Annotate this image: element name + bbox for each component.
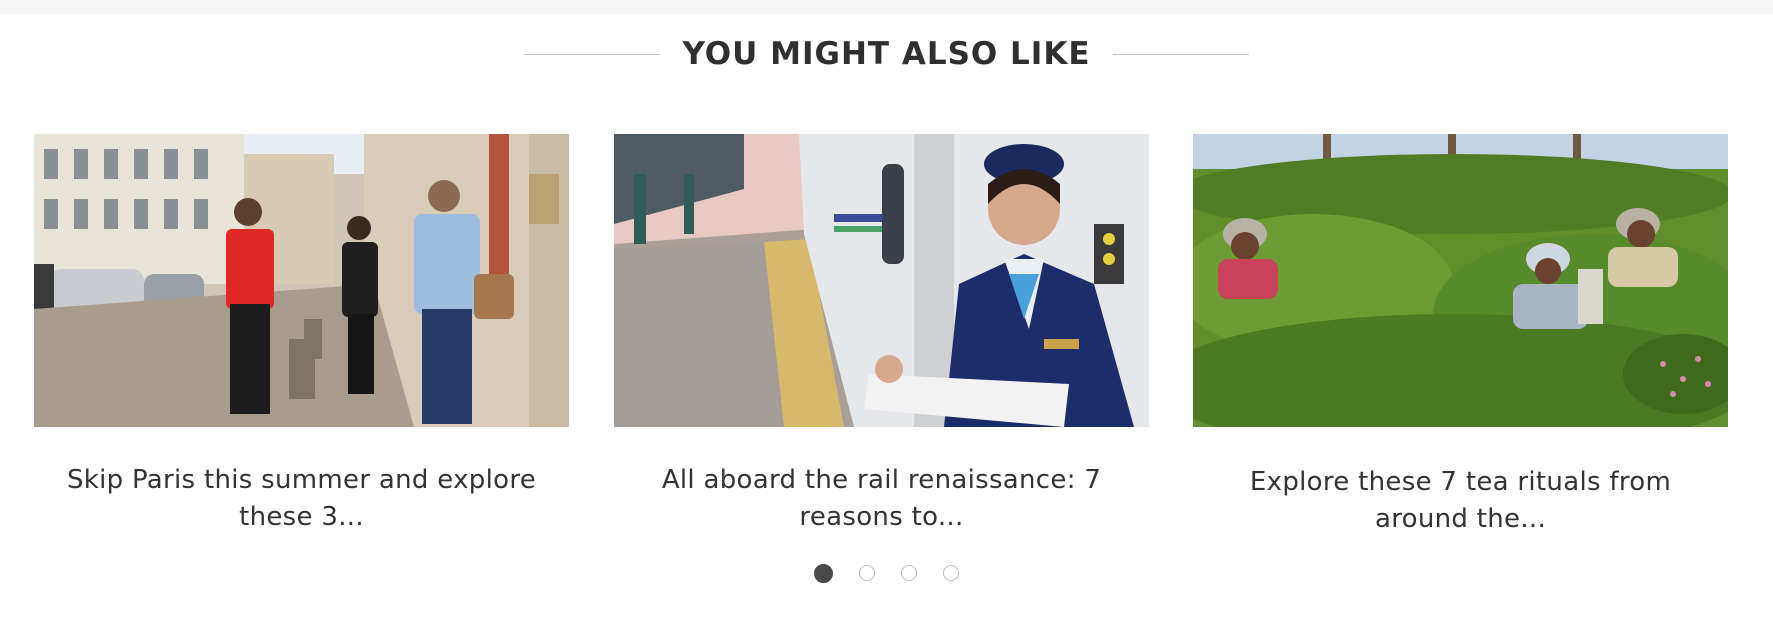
carousel-dot-3[interactable] bbox=[901, 565, 917, 581]
article-card-1[interactable]: Skip Paris this summer and explore these… bbox=[34, 134, 569, 536]
carousel-dot-1[interactable] bbox=[814, 564, 833, 583]
carousel-dot-4[interactable] bbox=[943, 565, 959, 581]
article-card-1-title[interactable]: Skip Paris this summer and explore these… bbox=[34, 462, 569, 536]
article-card-2-image[interactable] bbox=[614, 134, 1149, 427]
article-card-3-image[interactable] bbox=[1193, 134, 1728, 427]
section-heading: YOU MIGHT ALSO LIKE bbox=[0, 36, 1773, 72]
carousel-pagination bbox=[0, 564, 1773, 583]
carousel-dot-2[interactable] bbox=[859, 565, 875, 581]
heading-rule-left bbox=[524, 53, 661, 55]
article-card-3[interactable]: Explore these 7 tea rituals from around … bbox=[1193, 134, 1728, 538]
article-card-3-title[interactable]: Explore these 7 tea rituals from around … bbox=[1193, 464, 1728, 538]
article-card-2[interactable]: All aboard the rail renaissance: 7 reaso… bbox=[614, 134, 1149, 536]
heading-rule-right bbox=[1112, 53, 1249, 55]
section-title: YOU MIGHT ALSO LIKE bbox=[682, 36, 1091, 72]
article-card-2-title[interactable]: All aboard the rail renaissance: 7 reaso… bbox=[614, 462, 1149, 536]
top-bar bbox=[0, 0, 1773, 14]
article-card-1-image[interactable] bbox=[34, 134, 569, 427]
